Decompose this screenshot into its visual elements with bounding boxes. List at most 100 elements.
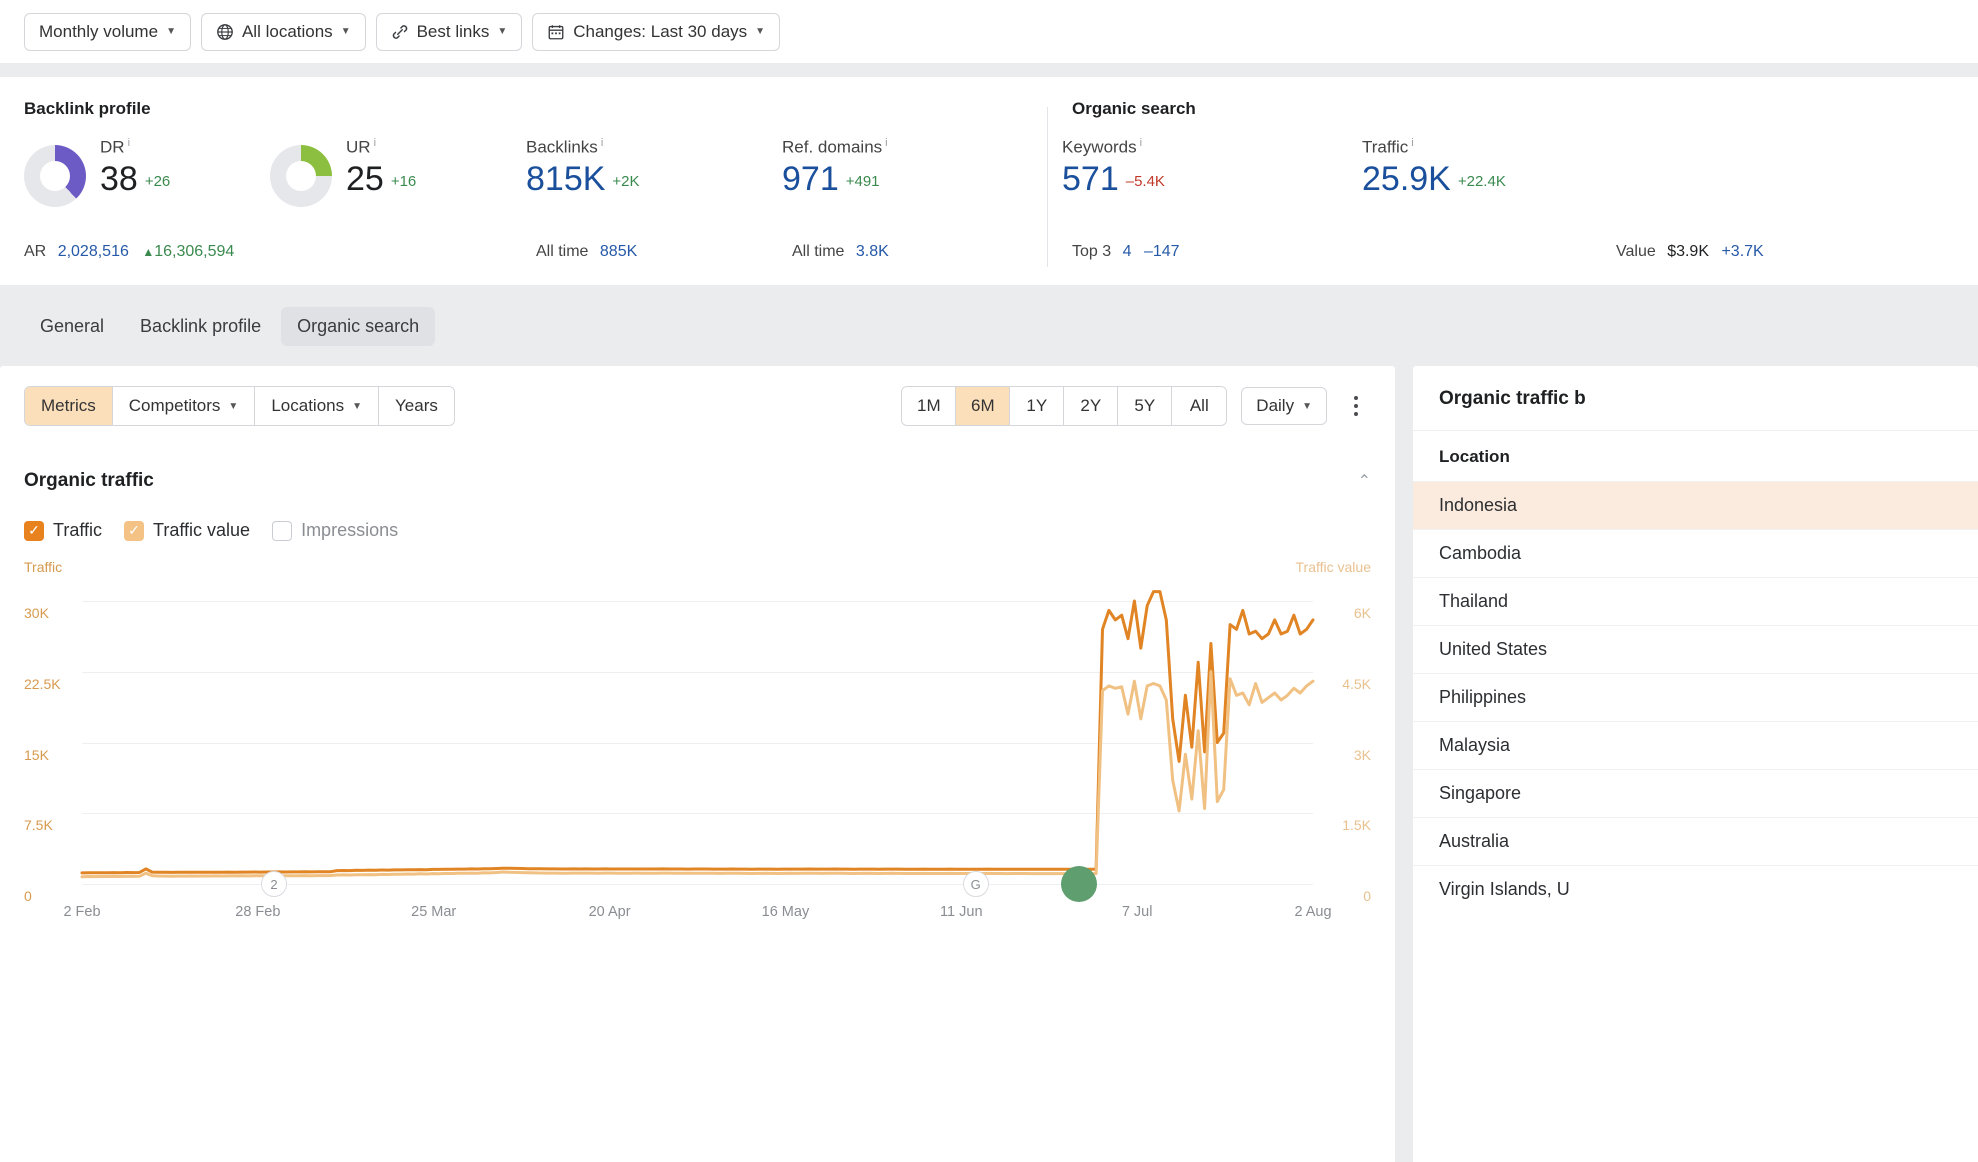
- legend-traffic[interactable]: ✓ Traffic: [24, 520, 102, 541]
- filter-all-locations[interactable]: All locations ▼: [201, 13, 366, 51]
- keywords-value[interactable]: 571: [1062, 160, 1119, 198]
- axis-annotation-marker[interactable]: G: [963, 871, 989, 897]
- backlink-profile-title: Backlink profile: [24, 99, 1954, 119]
- y2-tick-label: 3K: [1354, 747, 1371, 763]
- chevron-down-icon: ▼: [352, 401, 362, 412]
- link-icon: [391, 23, 409, 41]
- info-icon[interactable]: i: [374, 137, 376, 149]
- axis-annotation-marker[interactable]: 2: [261, 871, 287, 897]
- tab-organic-search[interactable]: Organic search: [281, 307, 435, 346]
- ref-domains-value[interactable]: 971: [782, 160, 839, 198]
- filter-monthly-volume[interactable]: Monthly volume ▼: [24, 13, 191, 51]
- info-icon[interactable]: i: [601, 137, 603, 149]
- dr-value-row: 38+26: [100, 158, 170, 201]
- backlinks-value[interactable]: 815K: [526, 160, 605, 198]
- seg-locations[interactable]: Locations▼: [255, 387, 379, 425]
- range-1m[interactable]: 1M: [902, 387, 956, 425]
- location-row[interactable]: Indonesia: [1413, 481, 1978, 529]
- backlinks-value-row: 815K+2K: [526, 158, 640, 201]
- backlinks-alltime-value[interactable]: 885K: [600, 243, 637, 260]
- legend-traffic-label: Traffic: [53, 520, 102, 541]
- chart-more-options-button[interactable]: [1341, 396, 1371, 416]
- keywords-delta: –5.4K: [1126, 173, 1165, 190]
- chevron-down-icon: ▼: [228, 401, 238, 412]
- y2-tick-label: 1.5K: [1342, 817, 1371, 833]
- location-row[interactable]: Australia: [1413, 817, 1978, 865]
- chevron-down-icon: ▼: [755, 26, 765, 37]
- location-list: IndonesiaCambodiaThailandUnited StatesPh…: [1413, 481, 1978, 913]
- location-row[interactable]: United States: [1413, 625, 1978, 673]
- x-tick-label: 28 Feb: [235, 904, 280, 920]
- event-marker-dot[interactable]: [1061, 866, 1097, 902]
- chevron-down-icon: ▼: [497, 26, 507, 37]
- dr-label: DRi: [100, 137, 170, 158]
- triangle-up-icon: ▲: [142, 245, 154, 259]
- seg-metrics[interactable]: Metrics: [25, 387, 113, 425]
- traffic-value-amount: $3.9K: [1667, 243, 1709, 260]
- spacer: [0, 63, 1978, 77]
- ur-delta: +16: [391, 173, 416, 190]
- chart-toolbar: Metrics Competitors▼ Locations▼ Years 1M…: [24, 386, 1371, 426]
- info-icon[interactable]: i: [128, 137, 130, 149]
- top3-value[interactable]: 4: [1123, 243, 1132, 260]
- ar-delta: ▲16,306,594: [142, 243, 234, 260]
- sub-values-row: AR 2,028,516 ▲16,306,594 All time 885K A…: [24, 243, 1954, 265]
- ar-value[interactable]: 2,028,516: [58, 243, 129, 260]
- checkbox-unchecked-icon[interactable]: [272, 521, 292, 541]
- location-row[interactable]: Thailand: [1413, 577, 1978, 625]
- range-5y[interactable]: 5Y: [1118, 387, 1172, 425]
- legend-impressions[interactable]: Impressions: [272, 520, 398, 541]
- legend-traffic-value-label: Traffic value: [153, 520, 250, 541]
- tab-general[interactable]: General: [24, 307, 120, 346]
- range-all[interactable]: All: [1172, 387, 1226, 425]
- y-tick-label: 30K: [24, 605, 49, 621]
- seg-years[interactable]: Years: [379, 387, 454, 425]
- granularity-select[interactable]: Daily ▼: [1241, 387, 1327, 425]
- y-axis-left-title: Traffic: [24, 559, 62, 575]
- metric-ref-domains: Ref. domainsi 971+491: [782, 137, 1062, 200]
- filter-label: Changes: Last 30 days: [573, 22, 747, 42]
- range-2y[interactable]: 2Y: [1064, 387, 1118, 425]
- y-tick-label: 22.5K: [24, 676, 61, 692]
- traffic-value[interactable]: 25.9K: [1362, 160, 1451, 198]
- location-row[interactable]: Virgin Islands, U: [1413, 865, 1978, 913]
- section-tabs: General Backlink profile Organic search: [0, 285, 1978, 366]
- legend-traffic-value[interactable]: ✓ Traffic value: [124, 520, 250, 541]
- checkbox-checked-icon[interactable]: ✓: [124, 521, 144, 541]
- location-row[interactable]: Cambodia: [1413, 529, 1978, 577]
- metrics-row: DRi 38+26 URi 25+16 Backlinksi 815K+2K: [24, 137, 1954, 229]
- metric-keywords: Keywordsi 571–5.4K: [1062, 137, 1362, 200]
- section-divider: [1047, 107, 1048, 267]
- ur-value: 25: [346, 160, 384, 198]
- location-row[interactable]: Philippines: [1413, 673, 1978, 721]
- x-tick-label: 25 Mar: [411, 904, 456, 920]
- chevron-down-icon: ▼: [1302, 401, 1312, 412]
- metric-dr: DRi 38+26: [24, 137, 270, 207]
- y-tick-label: 15K: [24, 747, 49, 763]
- range-1y[interactable]: 1Y: [1010, 387, 1064, 425]
- refdomains-alltime-value[interactable]: 3.8K: [856, 243, 889, 260]
- y-tick-label: 7.5K: [24, 817, 53, 833]
- metric-backlinks: Backlinksi 815K+2K: [526, 137, 782, 200]
- granularity-label: Daily: [1256, 396, 1294, 416]
- chart-legend: ✓ Traffic ✓ Traffic value Impressions: [24, 520, 1371, 541]
- chevron-up-icon[interactable]: ⌃: [1358, 471, 1371, 491]
- range-6m[interactable]: 6M: [956, 387, 1010, 425]
- keywords-top3: Top 3 4 –147: [1072, 243, 1180, 261]
- view-segmented-control: Metrics Competitors▼ Locations▼ Years: [24, 386, 455, 426]
- location-row[interactable]: Malaysia: [1413, 721, 1978, 769]
- y2-tick-label: 6K: [1354, 605, 1371, 621]
- seg-competitors[interactable]: Competitors▼: [113, 387, 256, 425]
- traffic-value-label: Value: [1616, 243, 1656, 260]
- info-icon[interactable]: i: [1411, 137, 1413, 149]
- info-icon[interactable]: i: [885, 137, 887, 149]
- checkbox-checked-icon[interactable]: ✓: [24, 521, 44, 541]
- time-range-control: 1M 6M 1Y 2Y 5Y All: [901, 386, 1227, 426]
- organic-traffic-by-location-panel: Organic traffic b Location IndonesiaCamb…: [1413, 366, 1978, 1162]
- location-row[interactable]: Singapore: [1413, 769, 1978, 817]
- tab-backlink-profile[interactable]: Backlink profile: [124, 307, 277, 346]
- info-icon[interactable]: i: [1140, 137, 1142, 149]
- filter-changes-range[interactable]: Changes: Last 30 days ▼: [532, 13, 780, 51]
- traffic-value-stat: Value $3.9K +3.7K: [1616, 243, 1764, 261]
- filter-best-links[interactable]: Best links ▼: [376, 13, 523, 51]
